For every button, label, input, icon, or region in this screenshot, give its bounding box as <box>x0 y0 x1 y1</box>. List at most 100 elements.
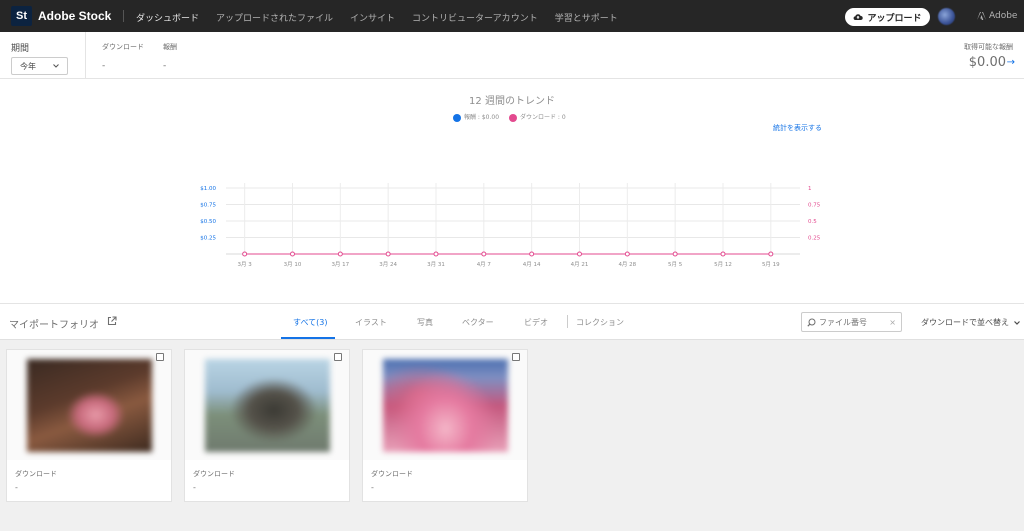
x-tick-label: 3月 17 <box>331 261 349 268</box>
tab-photos[interactable]: 写真 <box>417 317 433 328</box>
chevron-down-icon <box>1013 321 1020 325</box>
downloads-stat-label: ダウンロード <box>102 43 144 51</box>
period-select[interactable]: 今年 <box>11 57 68 75</box>
select-checkbox[interactable] <box>156 353 164 361</box>
data-point-downloads <box>624 251 630 257</box>
data-point-downloads <box>481 251 487 257</box>
portfolio-toolbar: マイポートフォリオ すべて(3) イラスト 写真 ベクター ビデオ コレクション… <box>0 304 1024 340</box>
available-earnings-label: 取得可能な報酬 <box>964 43 1013 51</box>
tab-divider <box>567 315 568 328</box>
x-tick-label: 4月 14 <box>523 261 541 268</box>
tab-all[interactable]: すべて(3) <box>293 317 327 328</box>
thumbnail-frame <box>7 350 171 460</box>
period-value: 今年 <box>20 61 36 71</box>
x-tick-label: 3月 24 <box>379 261 397 268</box>
x-tick-label: 3月 10 <box>284 261 302 268</box>
external-link-icon[interactable] <box>107 316 117 326</box>
data-point-downloads <box>576 251 582 257</box>
card-downloads-value: - <box>15 483 18 492</box>
main-nav: ダッシュボード アップロードされたファイル インサイト コントリビューターアカウ… <box>136 11 635 24</box>
card-downloads-value: - <box>193 483 196 492</box>
nav-insights[interactable]: インサイト <box>350 11 395 24</box>
card-downloads-value: - <box>371 483 374 492</box>
nav-contributor-account[interactable]: コントリビューターアカウント <box>412 11 538 24</box>
user-avatar[interactable] <box>938 8 955 25</box>
thumbnail-image[interactable] <box>205 359 330 452</box>
downloads-stat-value: - <box>102 61 106 71</box>
select-checkbox[interactable] <box>334 353 342 361</box>
data-point-downloads <box>768 251 774 257</box>
clear-icon[interactable]: × <box>889 318 896 327</box>
y-right-tick-label: 0.25 <box>808 236 821 242</box>
y-left-tick-label: $0.50 <box>200 219 216 225</box>
nav-uploaded-files[interactable]: アップロードされたファイル <box>216 11 333 24</box>
y-right-tick-label: 0.75 <box>808 203 821 209</box>
adobe-link[interactable]: Adobe <box>977 11 1017 21</box>
brand-divider <box>123 10 124 22</box>
brand-name[interactable]: Adobe Stock <box>38 9 111 23</box>
trend-chart-panel: 12 週間のトレンド 報酬 : $0.00 ダウンロード : 0 統計を表示する… <box>0 79 1024 304</box>
thumbnail-frame <box>185 350 349 460</box>
tab-videos[interactable]: ビデオ <box>524 317 548 328</box>
x-tick-label: 4月 28 <box>618 261 636 268</box>
data-point-downloads <box>242 251 248 257</box>
portfolio-card[interactable]: ダウンロード - <box>362 349 528 502</box>
data-point-downloads <box>672 251 678 257</box>
x-tick-label: 4月 7 <box>477 261 492 268</box>
divider <box>85 32 86 79</box>
top-navigation-bar: St Adobe Stock ダッシュボード アップロードされたファイル インサ… <box>0 0 1024 32</box>
period-label: 期間 <box>11 44 30 54</box>
thumbnail-image[interactable] <box>27 359 152 452</box>
y-left-tick-label: $0.75 <box>200 203 216 209</box>
adobe-stock-logo[interactable]: St <box>11 6 32 26</box>
y-right-tick-label: 0.5 <box>808 219 817 225</box>
y-right-tick-label: 1 <box>808 186 812 192</box>
data-point-downloads <box>289 251 295 257</box>
x-tick-label: 3月 31 <box>427 261 445 268</box>
nav-learn-support[interactable]: 学習とサポート <box>555 11 618 24</box>
data-point-downloads <box>337 251 343 257</box>
data-point-downloads <box>433 251 439 257</box>
data-point-downloads <box>529 251 535 257</box>
select-checkbox[interactable] <box>512 353 520 361</box>
stats-strip: 期間 今年 ダウンロード - 報酬 - 取得可能な報酬 $0.00 → <box>0 32 1024 79</box>
file-number-search[interactable]: ファイル番号 × <box>801 312 902 332</box>
x-tick-label: 4月 21 <box>571 261 589 268</box>
card-downloads-label: ダウンロード <box>193 470 235 478</box>
active-tab-indicator <box>281 337 335 339</box>
nav-dashboard[interactable]: ダッシュボード <box>136 11 199 24</box>
upload-label: アップロード <box>867 13 922 24</box>
x-tick-label: 5月 19 <box>762 261 780 268</box>
available-earnings-value: $0.00 <box>968 55 1006 70</box>
card-downloads-label: ダウンロード <box>15 470 57 478</box>
arrow-right-icon[interactable]: → <box>1007 57 1015 68</box>
portfolio-card[interactable]: ダウンロード - <box>184 349 350 502</box>
earnings-stat-label: 報酬 <box>163 43 177 51</box>
search-placeholder: ファイル番号 <box>819 317 867 327</box>
cloud-upload-icon <box>854 14 864 21</box>
y-left-tick-label: $0.25 <box>200 236 216 242</box>
data-point-downloads <box>385 251 391 257</box>
earnings-stat: 報酬 - <box>163 42 177 71</box>
downloads-stat: ダウンロード - <box>102 42 144 71</box>
portfolio-title: マイポートフォリオ <box>9 320 99 331</box>
thumbnail-frame <box>363 350 527 460</box>
sort-label: ダウンロードで並べ替え <box>921 318 1009 327</box>
upload-button[interactable]: アップロード <box>845 8 930 26</box>
tab-vectors[interactable]: ベクター <box>462 317 494 328</box>
adobe-label: Adobe <box>989 11 1018 21</box>
thumbnail-image[interactable] <box>383 359 508 452</box>
tab-collections[interactable]: コレクション <box>576 317 624 328</box>
portfolio-card[interactable]: ダウンロード - <box>6 349 172 502</box>
adobe-logo-icon <box>977 12 986 20</box>
card-downloads-label: ダウンロード <box>371 470 413 478</box>
search-icon <box>807 318 816 327</box>
data-point-downloads <box>720 251 726 257</box>
sort-dropdown[interactable]: ダウンロードで並べ替え <box>921 317 1020 328</box>
x-tick-label: 3月 3 <box>238 261 253 268</box>
y-left-tick-label: $1.00 <box>200 186 216 192</box>
earnings-stat-value: - <box>163 61 167 71</box>
tab-illustrations[interactable]: イラスト <box>355 317 387 328</box>
x-tick-label: 5月 5 <box>668 261 683 268</box>
x-tick-label: 5月 12 <box>714 261 732 268</box>
